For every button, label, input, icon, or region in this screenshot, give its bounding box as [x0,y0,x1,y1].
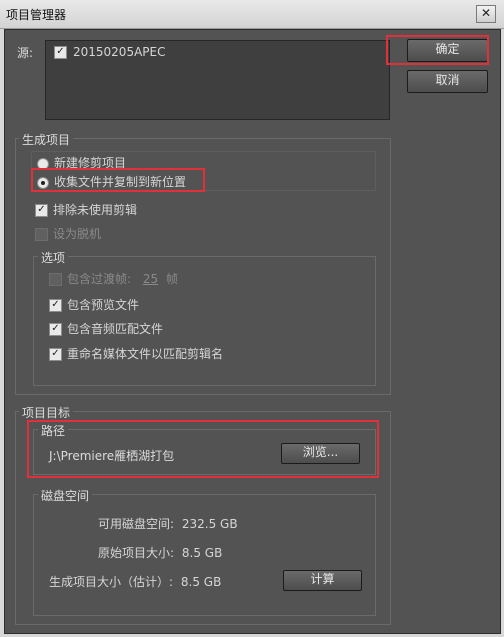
result-size-row: 生成项目大小（估计）: 8.5 GB [49,573,221,590]
highlight-path [27,420,379,478]
target-group-title: 项目目标 [19,404,74,421]
source-label: 源: [17,46,34,60]
include-audio-label: 包含音频匹配文件 [67,322,164,336]
close-button[interactable]: ✕ [476,5,496,23]
include-preview-label: 包含预览文件 [67,298,140,312]
rename-media-option[interactable]: ✓ 重命名媒体文件以匹配剪辑名 [49,345,223,362]
make-offline-checkbox: ✓ [35,228,48,241]
available-space-row: 可用磁盘空间: 232.5 GB [98,515,238,532]
original-size-value: 8.5 GB [181,546,223,560]
include-audio-checkbox[interactable]: ✓ [49,323,62,336]
include-handles-label: 包含过渡帧: [67,272,132,286]
exclude-unused-label: 排除未使用剪辑 [53,203,138,217]
source-list-item[interactable]: ✓ 20150205APEC [54,45,165,59]
rename-media-checkbox[interactable]: ✓ [49,348,62,361]
exclude-unused-option[interactable]: ✓ 排除未使用剪辑 [35,201,137,218]
include-handles-checkbox: ✓ [49,273,62,286]
include-preview-checkbox[interactable]: ✓ [49,299,62,312]
include-handles-option: ✓ 包含过渡帧: 25 帧 [49,270,178,287]
make-offline-option: ✓ 设为脱机 [35,225,101,242]
highlight-collect [31,168,205,192]
result-size-label: 生成项目大小（估计）: [49,575,174,589]
result-size-value: 8.5 GB [180,575,222,589]
include-handles-value: 25 [142,272,159,286]
original-size-row: 原始项目大小: 8.5 GB [98,544,222,561]
disk-group-title: 磁盘空间 [38,487,93,504]
highlight-ok [386,35,489,65]
source-item-checkbox[interactable]: ✓ [54,46,67,59]
available-space-label: 可用磁盘空间: [98,517,175,531]
cancel-button[interactable]: 取消 [407,70,488,93]
include-handles-unit: 帧 [165,272,178,286]
available-space-value: 232.5 GB [181,517,238,531]
original-size-label: 原始项目大小: [98,546,175,560]
include-audio-option[interactable]: ✓ 包含音频匹配文件 [49,320,163,337]
window-title: 项目管理器 [6,8,67,22]
compute-button[interactable]: 计算 [283,570,362,591]
generate-group-title: 生成项目 [19,131,74,148]
rename-media-label: 重命名媒体文件以匹配剪辑名 [67,347,224,361]
exclude-unused-checkbox[interactable]: ✓ [35,204,48,217]
make-offline-label: 设为脱机 [53,227,102,241]
dialog-body: 源: ✓ 20150205APEC 确定 取消 生成项目 新建修剪项目 收集文件并… [4,29,501,634]
source-item-name: 20150205APEC [73,45,166,59]
close-icon: ✕ [480,6,492,20]
options-group-title: 选项 [38,249,69,266]
title-bar: 项目管理器 ✕ [0,0,504,29]
include-preview-option[interactable]: ✓ 包含预览文件 [49,296,139,313]
source-list[interactable]: ✓ 20150205APEC [45,40,390,120]
